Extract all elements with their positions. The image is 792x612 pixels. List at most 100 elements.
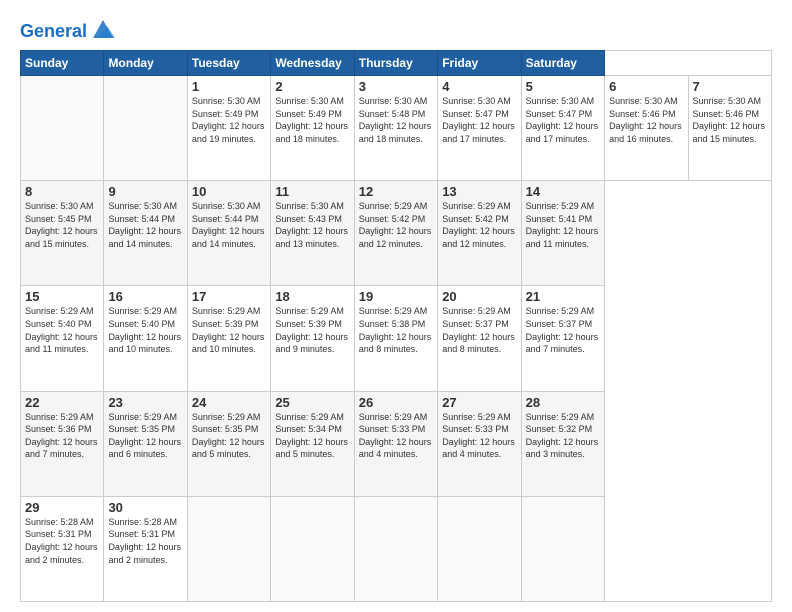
- day-info: Sunrise: 5:29 AMSunset: 5:36 PMDaylight:…: [25, 411, 99, 461]
- day-info: Sunrise: 5:30 AMSunset: 5:46 PMDaylight:…: [693, 95, 768, 145]
- calendar-cell: [21, 76, 104, 181]
- day-info: Sunrise: 5:29 AMSunset: 5:39 PMDaylight:…: [275, 305, 349, 355]
- day-number: 15: [25, 289, 99, 304]
- calendar-cell: 5Sunrise: 5:30 AMSunset: 5:47 PMDaylight…: [521, 76, 604, 181]
- calendar-table: SundayMondayTuesdayWednesdayThursdayFrid…: [20, 50, 772, 602]
- day-info: Sunrise: 5:28 AMSunset: 5:31 PMDaylight:…: [108, 516, 182, 566]
- page: General SundayMondayTuesdayWednesdayThur…: [0, 0, 792, 612]
- day-number: 1: [192, 79, 266, 94]
- calendar-cell: [187, 496, 270, 601]
- day-number: 13: [442, 184, 516, 199]
- day-number: 21: [526, 289, 600, 304]
- day-info: Sunrise: 5:30 AMSunset: 5:48 PMDaylight:…: [359, 95, 433, 145]
- calendar-cell: 6Sunrise: 5:30 AMSunset: 5:46 PMDaylight…: [605, 76, 688, 181]
- day-info: Sunrise: 5:30 AMSunset: 5:44 PMDaylight:…: [108, 200, 182, 250]
- day-number: 17: [192, 289, 266, 304]
- day-number: 16: [108, 289, 182, 304]
- calendar-cell: 14Sunrise: 5:29 AMSunset: 5:41 PMDayligh…: [521, 181, 604, 286]
- calendar-cell: 12Sunrise: 5:29 AMSunset: 5:42 PMDayligh…: [354, 181, 437, 286]
- calendar-cell: 13Sunrise: 5:29 AMSunset: 5:42 PMDayligh…: [438, 181, 521, 286]
- day-header: Friday: [438, 51, 521, 76]
- calendar-cell: 3Sunrise: 5:30 AMSunset: 5:48 PMDaylight…: [354, 76, 437, 181]
- day-number: 23: [108, 395, 182, 410]
- day-number: 14: [526, 184, 600, 199]
- day-info: Sunrise: 5:30 AMSunset: 5:49 PMDaylight:…: [192, 95, 266, 145]
- calendar-cell: 19Sunrise: 5:29 AMSunset: 5:38 PMDayligh…: [354, 286, 437, 391]
- calendar-cell: 15Sunrise: 5:29 AMSunset: 5:40 PMDayligh…: [21, 286, 104, 391]
- day-info: Sunrise: 5:30 AMSunset: 5:49 PMDaylight:…: [275, 95, 349, 145]
- day-info: Sunrise: 5:29 AMSunset: 5:35 PMDaylight:…: [192, 411, 266, 461]
- logo: General: [20, 20, 117, 44]
- calendar-cell: 1Sunrise: 5:30 AMSunset: 5:49 PMDaylight…: [187, 76, 270, 181]
- calendar-cell: 10Sunrise: 5:30 AMSunset: 5:44 PMDayligh…: [187, 181, 270, 286]
- calendar-cell: 8Sunrise: 5:30 AMSunset: 5:45 PMDaylight…: [21, 181, 104, 286]
- day-number: 19: [359, 289, 433, 304]
- day-number: 6: [609, 79, 683, 94]
- calendar-cell: [271, 496, 354, 601]
- day-info: Sunrise: 5:30 AMSunset: 5:44 PMDaylight:…: [192, 200, 266, 250]
- day-number: 18: [275, 289, 349, 304]
- day-info: Sunrise: 5:29 AMSunset: 5:37 PMDaylight:…: [442, 305, 516, 355]
- day-info: Sunrise: 5:28 AMSunset: 5:31 PMDaylight:…: [25, 516, 99, 566]
- day-number: 8: [25, 184, 99, 199]
- day-info: Sunrise: 5:29 AMSunset: 5:42 PMDaylight:…: [442, 200, 516, 250]
- day-info: Sunrise: 5:30 AMSunset: 5:47 PMDaylight:…: [526, 95, 600, 145]
- logo-icon: [89, 16, 117, 44]
- day-info: Sunrise: 5:29 AMSunset: 5:35 PMDaylight:…: [108, 411, 182, 461]
- day-number: 9: [108, 184, 182, 199]
- calendar-cell: 26Sunrise: 5:29 AMSunset: 5:33 PMDayligh…: [354, 391, 437, 496]
- day-info: Sunrise: 5:30 AMSunset: 5:46 PMDaylight:…: [609, 95, 683, 145]
- day-number: 26: [359, 395, 433, 410]
- day-header: Tuesday: [187, 51, 270, 76]
- day-number: 12: [359, 184, 433, 199]
- calendar-cell: 7Sunrise: 5:30 AMSunset: 5:46 PMDaylight…: [688, 76, 772, 181]
- calendar-cell: 18Sunrise: 5:29 AMSunset: 5:39 PMDayligh…: [271, 286, 354, 391]
- header: General: [20, 16, 772, 44]
- day-header: Monday: [104, 51, 187, 76]
- day-header: Saturday: [521, 51, 604, 76]
- calendar-cell: 21Sunrise: 5:29 AMSunset: 5:37 PMDayligh…: [521, 286, 604, 391]
- day-info: Sunrise: 5:29 AMSunset: 5:32 PMDaylight:…: [526, 411, 600, 461]
- calendar-cell: 17Sunrise: 5:29 AMSunset: 5:39 PMDayligh…: [187, 286, 270, 391]
- day-info: Sunrise: 5:29 AMSunset: 5:38 PMDaylight:…: [359, 305, 433, 355]
- day-number: 2: [275, 79, 349, 94]
- day-info: Sunrise: 5:29 AMSunset: 5:41 PMDaylight:…: [526, 200, 600, 250]
- day-info: Sunrise: 5:29 AMSunset: 5:42 PMDaylight:…: [359, 200, 433, 250]
- day-info: Sunrise: 5:30 AMSunset: 5:43 PMDaylight:…: [275, 200, 349, 250]
- day-info: Sunrise: 5:29 AMSunset: 5:40 PMDaylight:…: [108, 305, 182, 355]
- calendar-cell: 28Sunrise: 5:29 AMSunset: 5:32 PMDayligh…: [521, 391, 604, 496]
- calendar-week-row: 1Sunrise: 5:30 AMSunset: 5:49 PMDaylight…: [21, 76, 772, 181]
- day-header: Thursday: [354, 51, 437, 76]
- day-number: 22: [25, 395, 99, 410]
- day-number: 20: [442, 289, 516, 304]
- day-number: 10: [192, 184, 266, 199]
- calendar-body: 1Sunrise: 5:30 AMSunset: 5:49 PMDaylight…: [21, 76, 772, 602]
- calendar-cell: [438, 496, 521, 601]
- day-info: Sunrise: 5:29 AMSunset: 5:39 PMDaylight:…: [192, 305, 266, 355]
- calendar-header-row: SundayMondayTuesdayWednesdayThursdayFrid…: [21, 51, 772, 76]
- calendar-week-row: 15 Sunrise: 5:29 AMSunset: 5:40 PMDayligh…: [21, 286, 772, 391]
- day-info: Sunrise: 5:29 AMSunset: 5:34 PMDaylight:…: [275, 411, 349, 461]
- calendar-cell: [354, 496, 437, 601]
- day-number: 30: [108, 500, 182, 515]
- calendar-cell: 29Sunrise: 5:28 AMSunset: 5:31 PMDayligh…: [21, 496, 104, 601]
- day-header: Wednesday: [271, 51, 354, 76]
- calendar-cell: 25Sunrise: 5:29 AMSunset: 5:34 PMDayligh…: [271, 391, 354, 496]
- calendar-cell: 24Sunrise: 5:29 AMSunset: 5:35 PMDayligh…: [187, 391, 270, 496]
- calendar-cell: 2Sunrise: 5:30 AMSunset: 5:49 PMDaylight…: [271, 76, 354, 181]
- calendar-cell: 23Sunrise: 5:29 AMSunset: 5:35 PMDayligh…: [104, 391, 187, 496]
- day-number: 28: [526, 395, 600, 410]
- calendar-cell: 16Sunrise: 5:29 AMSunset: 5:40 PMDayligh…: [104, 286, 187, 391]
- day-number: 24: [192, 395, 266, 410]
- day-number: 27: [442, 395, 516, 410]
- day-number: 4: [442, 79, 516, 94]
- day-number: 3: [359, 79, 433, 94]
- day-info: Sunrise: 5:29 AMSunset: 5:33 PMDaylight:…: [359, 411, 433, 461]
- calendar-cell: 30Sunrise: 5:28 AMSunset: 5:31 PMDayligh…: [104, 496, 187, 601]
- day-info: Sunrise: 5:29 AMSunset: 5:37 PMDaylight:…: [526, 305, 600, 355]
- day-number: 11: [275, 184, 349, 199]
- day-number: 25: [275, 395, 349, 410]
- calendar-cell: 20Sunrise: 5:29 AMSunset: 5:37 PMDayligh…: [438, 286, 521, 391]
- day-header: Sunday: [21, 51, 104, 76]
- day-number: 7: [693, 79, 768, 94]
